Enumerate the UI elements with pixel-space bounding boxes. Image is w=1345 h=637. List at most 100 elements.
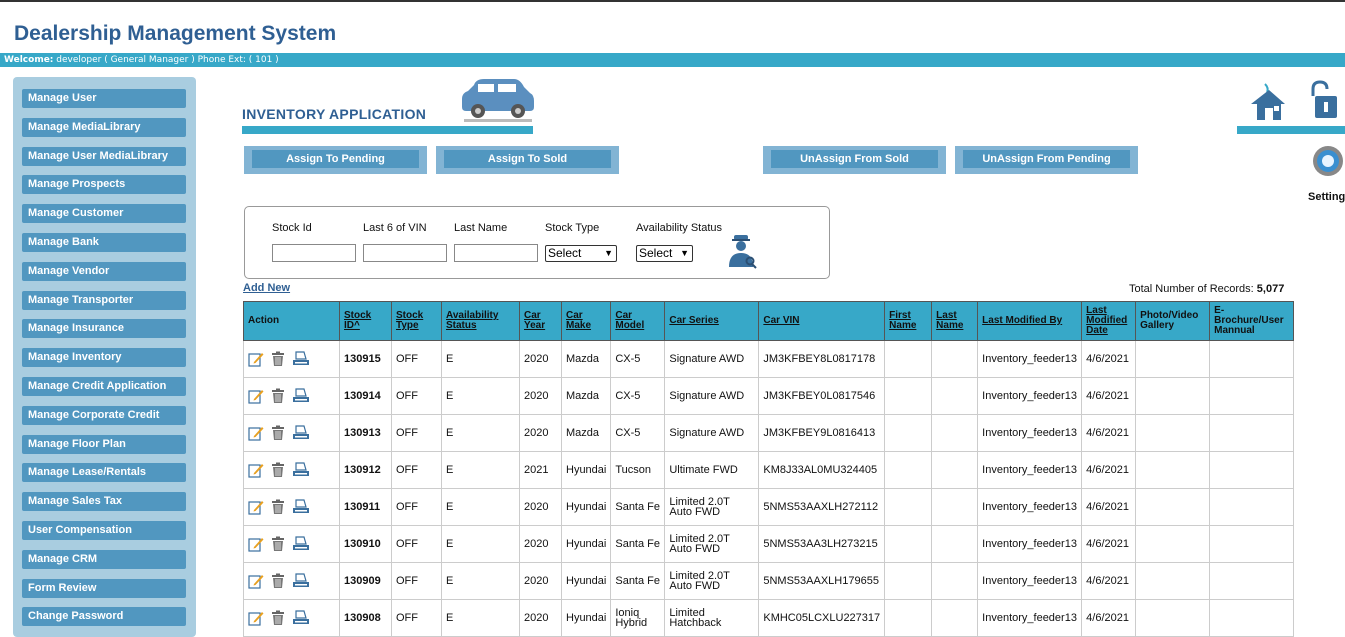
sidebar-item[interactable]: Manage Credit Application (22, 377, 186, 396)
print-icon[interactable] (292, 462, 309, 478)
settings-label[interactable]: Setting (1308, 191, 1345, 203)
cell-year: 2020 (519, 340, 562, 378)
stock-type-label: Stock Type (545, 222, 600, 234)
print-icon[interactable] (292, 536, 309, 552)
print-icon[interactable] (292, 573, 309, 589)
trash-icon[interactable] (270, 351, 286, 367)
sidebar-item[interactable]: User Compensation (22, 521, 186, 540)
col-stock-type[interactable]: Stock Type (391, 301, 442, 341)
col-last-name[interactable]: Last Name (931, 301, 979, 341)
sidebar-item[interactable]: Manage User (22, 89, 186, 108)
sidebar-item[interactable]: Manage Floor Plan (22, 434, 186, 454)
availability-select[interactable]: Select ▼ (636, 245, 693, 262)
sidebar-item[interactable]: Manage Customer (22, 204, 186, 224)
print-icon[interactable] (292, 610, 309, 626)
sidebar-item[interactable]: Manage User MediaLibrary (22, 146, 186, 166)
col-year[interactable]: Car Year (519, 301, 562, 341)
print-icon[interactable] (292, 388, 309, 404)
trash-icon[interactable] (270, 425, 286, 441)
cell-brochure (1209, 414, 1295, 452)
edit-icon[interactable] (248, 536, 264, 552)
col-make[interactable]: Car Make (560, 301, 612, 341)
cell-stock-type: OFF (391, 488, 442, 526)
col-vin[interactable]: Car VIN (758, 301, 886, 341)
stock-type-select[interactable]: Select ▼ (545, 245, 617, 262)
home-icon[interactable] (1249, 82, 1287, 126)
col-availability[interactable]: Availability Status (441, 301, 520, 341)
trash-icon[interactable] (270, 499, 286, 515)
sidebar-item[interactable]: Manage Prospects (22, 175, 186, 195)
col-series[interactable]: Car Series (664, 301, 760, 341)
print-icon[interactable] (292, 425, 309, 441)
sidebar-item[interactable]: Change Password (22, 607, 186, 627)
sidebar-item[interactable]: Manage Corporate Credit (22, 405, 186, 425)
vin-input[interactable] (363, 244, 447, 262)
sidebar-item[interactable]: Form Review (22, 578, 186, 598)
add-new-link[interactable]: Add New (243, 282, 290, 294)
stock-id-input[interactable] (272, 244, 356, 262)
table-header-row: Action Stock ID^ Stock Type Availability… (243, 301, 1295, 341)
table-row: 130909 OFF E 2020 Hyundai Santa Fe Limited 2.0… (243, 562, 1295, 600)
cell-brochure (1209, 525, 1295, 563)
cell-vin: JM3KFBEY8L0817178 (758, 340, 886, 378)
trash-icon[interactable] (270, 573, 286, 589)
cell-actions (243, 414, 340, 452)
unassign-from-pending-button[interactable]: UnAssign From Pending (955, 146, 1138, 174)
edit-icon[interactable] (248, 462, 264, 478)
col-modified-by[interactable]: Last Modified By (977, 301, 1083, 341)
edit-icon[interactable] (248, 351, 264, 367)
col-modified-date[interactable]: Last Modified Date (1081, 301, 1137, 341)
sidebar-item[interactable]: Manage Insurance (22, 319, 186, 339)
sidebar-item[interactable]: Manage MediaLibrary (22, 117, 186, 137)
assign-to-pending-button[interactable]: Assign To Pending (244, 146, 427, 174)
edit-icon[interactable] (248, 573, 264, 589)
sidebar-item[interactable]: Manage CRM (22, 549, 186, 569)
trash-icon[interactable] (270, 462, 286, 478)
col-model[interactable]: Car Model (610, 301, 666, 341)
col-first-name[interactable]: First Name (884, 301, 933, 341)
sidebar-item[interactable]: Manage Bank (22, 233, 186, 252)
print-icon[interactable] (292, 351, 309, 367)
sidebar-item[interactable]: Manage Inventory (22, 348, 186, 368)
edit-icon[interactable] (248, 388, 264, 404)
cell-series: Signature AWD (664, 414, 760, 452)
col-stock-id[interactable]: Stock ID^ (339, 301, 392, 341)
cell-make: Mazda (560, 414, 612, 452)
trash-icon[interactable] (270, 536, 286, 552)
cell-last-name (931, 599, 979, 637)
cell-last-name (931, 562, 979, 600)
cell-modified-date: 4/6/2021 (1081, 525, 1137, 563)
cell-brochure (1209, 451, 1295, 489)
sidebar-item[interactable]: Manage Transporter (22, 290, 186, 310)
cell-first-name (884, 599, 933, 637)
sidebar-item[interactable]: Manage Vendor (22, 261, 186, 281)
print-icon[interactable] (292, 499, 309, 515)
gear-icon[interactable] (1311, 144, 1345, 182)
welcome-bar: Welcome: developer ( General Manager ) P… (0, 53, 1345, 67)
trash-icon[interactable] (270, 610, 286, 626)
last-name-input[interactable] (454, 244, 538, 262)
unassign-from-sold-button[interactable]: UnAssign From Sold (763, 146, 946, 174)
cell-modified-date: 4/6/2021 (1081, 340, 1137, 378)
cell-year: 2021 (519, 451, 562, 489)
edit-icon[interactable] (248, 425, 264, 441)
edit-icon[interactable] (248, 499, 264, 515)
cell-modified-by: Inventory_feeder13 (977, 599, 1083, 637)
header-right-bar (1237, 126, 1345, 134)
cell-modified-date: 4/6/2021 (1081, 414, 1137, 452)
cell-first-name (884, 340, 933, 378)
search-user-icon[interactable] (725, 233, 759, 273)
cell-last-name (931, 451, 979, 489)
cell-first-name (884, 451, 933, 489)
sidebar: Manage User Manage MediaLibrary Manage Use… (13, 77, 196, 637)
trash-icon[interactable] (270, 388, 286, 404)
sidebar-item[interactable]: Manage Sales Tax (22, 492, 186, 512)
sidebar-item[interactable]: Manage Lease/Rentals (22, 463, 186, 483)
cell-stock-type: OFF (391, 414, 442, 452)
cell-availability: E (441, 340, 520, 378)
cell-stock-id: 130908 (339, 599, 392, 637)
cell-vin: 5NMS53AAXLH272112 (758, 488, 886, 526)
edit-icon[interactable] (248, 610, 264, 626)
assign-to-sold-button[interactable]: Assign To Sold (436, 146, 619, 174)
unlock-icon[interactable] (1307, 80, 1341, 124)
